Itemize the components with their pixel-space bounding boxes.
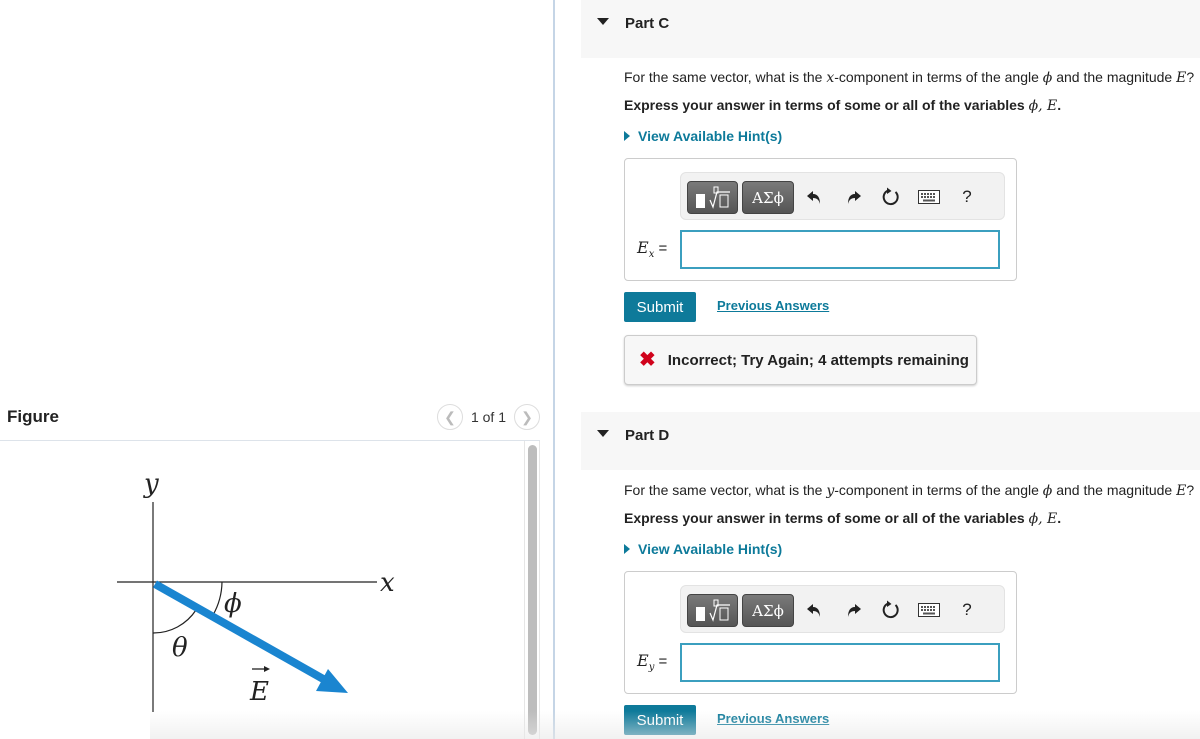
next-figure-button[interactable]: ❯ [514,404,540,430]
part-d-hint-toggle[interactable]: View Available Hint(s) [624,541,782,557]
greek-symbols-button[interactable]: ΑΣϕ [742,181,794,214]
part-c-title: Part C [625,15,670,32]
templates-button[interactable] [687,594,738,627]
theta-label: θ [172,633,188,663]
undo-icon [807,191,820,204]
part-c-previous-answers-link[interactable]: Previous Answers [717,298,829,313]
part-c-question: For the same vector, what is the x-compo… [624,69,1195,86]
templates-icon [695,599,730,622]
part-c-header[interactable]: Part C [581,0,1200,58]
undo-button[interactable] [803,185,827,209]
undo-button[interactable] [803,598,827,622]
redo-icon [848,191,861,204]
pager-text: 1 of 1 [470,409,506,425]
figure-pane: Figure ❮ 1 of 1 ❯ y x ϕ θ E [0,0,553,739]
undo-icon [807,604,820,617]
part-c-answer-label: Ex = [637,238,668,260]
reset-icon [882,187,899,206]
phi-label: ϕ [224,589,242,619]
reset-button[interactable] [879,185,903,209]
part-c-feedback-text: Incorrect; Try Again; 4 attempts remaini… [667,351,969,369]
figure-title: Figure [7,407,59,426]
keyboard-button[interactable] [917,185,941,209]
reset-button[interactable] [879,598,903,622]
figure-pager: ❮ 1 of 1 ❯ [436,404,540,430]
part-d-question: For the same vector, what is the y-compo… [624,482,1195,499]
part-d-header[interactable]: Part D [581,412,1200,470]
prev-figure-button[interactable]: ❮ [436,404,463,430]
theta-arc [152,609,197,634]
pane-divider[interactable] [553,0,555,739]
redo-icon [848,604,861,617]
vector-label: E [249,677,269,707]
keyboard-button[interactable] [917,598,941,622]
caret-down-icon [597,18,609,25]
part-d-submit-button[interactable]: Submit [624,705,696,735]
part-c-math-toolbar: ΑΣϕ ? [680,172,1005,220]
vector-diagram: y x ϕ θ E [117,469,395,712]
part-c-submit-button[interactable]: Submit [624,292,696,322]
keyboard-icon [918,190,940,204]
caret-down-icon [597,430,609,437]
caret-right-icon [624,544,630,554]
part-d-math-toolbar: ΑΣϕ ? [680,585,1005,633]
figure-scrollbar-thumb[interactable] [528,445,537,735]
help-button[interactable]: ? [955,598,979,622]
x-icon: ✖ [639,349,656,371]
phi-arc [212,581,223,616]
y-axis-label: y [143,469,159,499]
part-d-answer-box: ΑΣϕ ? Ey = [624,571,1017,694]
part-c-instruction: Express your answer in terms of some or … [624,97,1062,114]
redo-button[interactable] [841,598,865,622]
part-c-hint-toggle[interactable]: View Available Hint(s) [624,128,782,144]
part-d-instruction: Express your answer in terms of some or … [624,510,1062,527]
part-c-feedback: ✖ Incorrect; Try Again; 4 attempts remai… [624,335,977,385]
part-d-answer-input[interactable] [680,643,1000,682]
figure-scrollbar[interactable] [524,441,540,739]
chevron-left-icon: ❮ [444,408,456,425]
part-c-answer-box: ΑΣϕ ? Ex = [624,158,1017,281]
x-axis-label: x [380,568,395,598]
redo-button[interactable] [841,185,865,209]
questions-pane: Part C For the same vector, what is the … [556,0,1200,739]
templates-icon [695,186,730,209]
vector-arrow-accent-head [264,666,270,672]
part-d-title: Part D [625,427,670,444]
keyboard-icon [918,603,940,617]
greek-symbols-button[interactable]: ΑΣϕ [742,594,794,627]
help-button[interactable]: ? [955,185,979,209]
part-d-previous-answers-link[interactable]: Previous Answers [717,711,829,726]
chevron-right-icon: ❯ [521,408,533,425]
part-d-answer-label: Ey = [637,651,668,673]
figure-header: Figure ❮ 1 of 1 ❯ [0,400,540,441]
reset-icon [882,600,899,619]
templates-button[interactable] [687,181,738,214]
caret-right-icon [624,131,630,141]
part-c-answer-input[interactable] [680,230,1000,269]
